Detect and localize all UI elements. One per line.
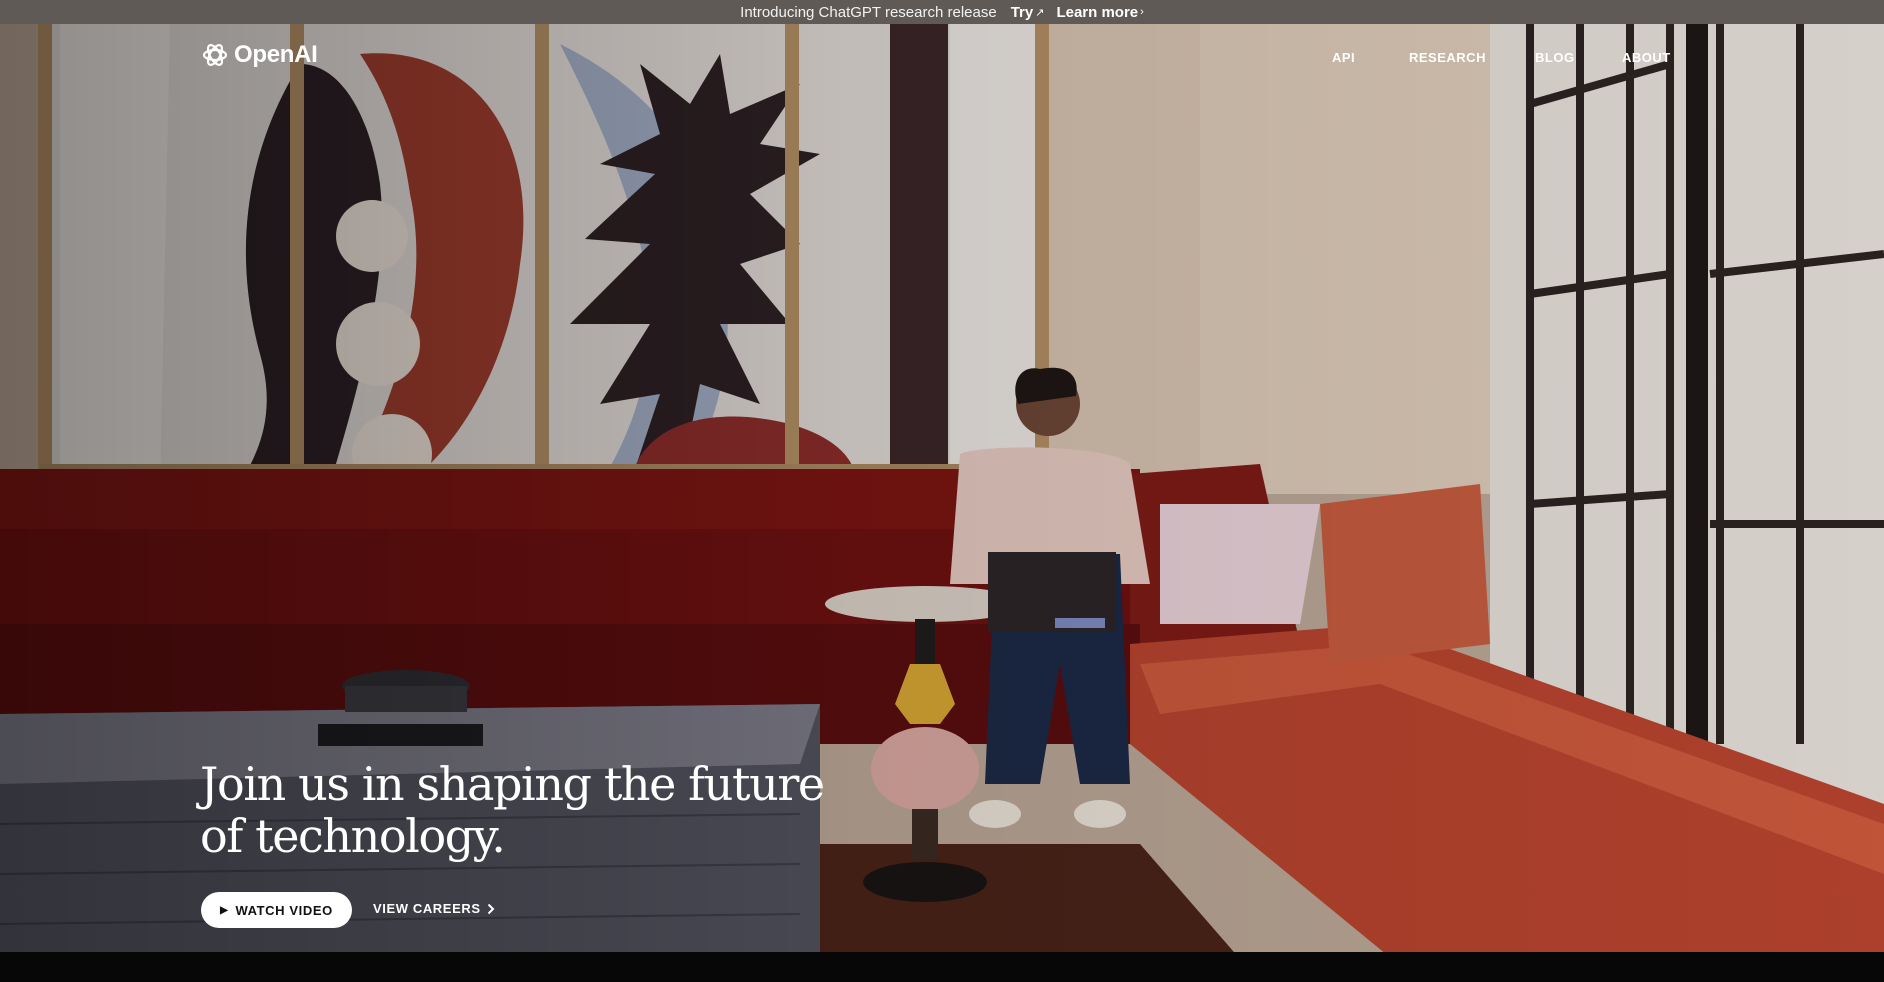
view-careers-link[interactable]: VIEW CAREERS <box>373 901 495 916</box>
learn-more-label: Learn more <box>1056 3 1139 21</box>
openai-knot-icon <box>202 44 228 66</box>
announcement-bar: Introducing ChatGPT research release Try… <box>0 0 1884 24</box>
nav-item-research[interactable]: RESEARCH <box>1409 50 1486 65</box>
watch-video-button[interactable]: ▶ WATCH VIDEO <box>201 892 352 928</box>
announcement-message: Introducing ChatGPT research release <box>740 3 997 21</box>
try-label: Try <box>1010 3 1034 21</box>
view-careers-label: VIEW CAREERS <box>373 901 481 916</box>
nav-item-blog[interactable]: BLOG <box>1535 50 1575 65</box>
chevron-right-icon: › <box>1140 6 1144 18</box>
brand-name: OpenAI <box>234 41 318 68</box>
chevron-right-icon <box>487 903 495 914</box>
nav-item-about[interactable]: ABOUT <box>1622 50 1671 65</box>
hero-bottom-band <box>0 952 1884 982</box>
hero-headline: Join us in shaping the future of technol… <box>200 757 825 863</box>
try-link[interactable]: Try ↗ <box>1011 4 1045 21</box>
watch-video-label: WATCH VIDEO <box>235 902 333 918</box>
openai-logo[interactable]: OpenAI <box>200 40 318 70</box>
arrow-up-right-icon: ↗ <box>1035 6 1045 19</box>
learn-more-link[interactable]: Learn more › <box>1056 4 1143 21</box>
nav-item-api[interactable]: API <box>1332 50 1355 65</box>
play-icon: ▶ <box>220 904 229 916</box>
